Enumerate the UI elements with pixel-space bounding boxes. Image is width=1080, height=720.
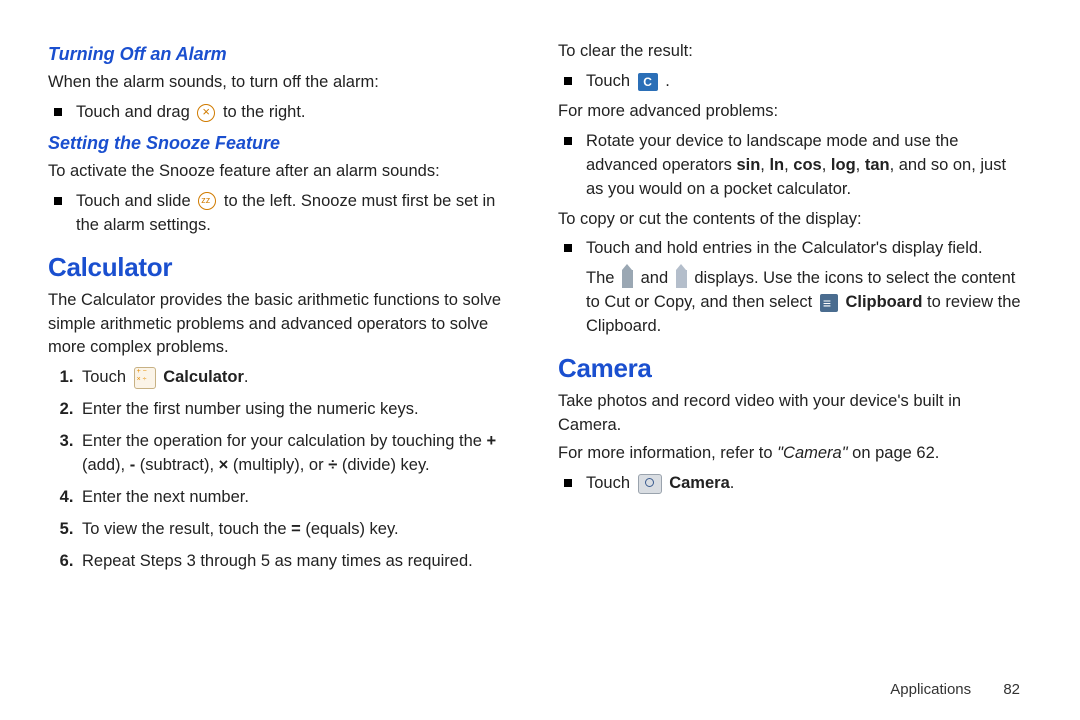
calculator-steps: Touch Calculator. Enter the first number… — [48, 366, 518, 573]
op-times: × — [219, 456, 229, 474]
clear-c-icon: C — [638, 73, 658, 91]
footer-page-number: 82 — [1003, 681, 1020, 698]
text: Touch — [586, 72, 630, 90]
text-bold: Camera — [669, 474, 730, 492]
p-advanced: For more advanced problems: — [558, 100, 1028, 124]
right-column: To clear the result: Touch C . For more … — [558, 36, 1028, 582]
op-equals: = — [291, 520, 301, 538]
op-sin: sin — [736, 156, 760, 174]
text: Touch — [82, 368, 126, 386]
text: (multiply), or — [228, 456, 328, 474]
text: on page 62. — [848, 444, 940, 462]
text: Enter the operation for your calculation… — [82, 432, 487, 450]
text: (add), — [82, 456, 130, 474]
camera-app-icon — [638, 474, 662, 494]
li-alarm-off: Touch and drag to the right. — [76, 101, 518, 125]
text-bold: Calculator — [163, 368, 244, 386]
heading-turning-off-alarm: Turning Off an Alarm — [48, 44, 518, 65]
op-plus: + — [487, 432, 497, 450]
alarm-x-icon — [197, 104, 215, 122]
ref-italic: "Camera" — [777, 444, 847, 462]
text: and — [641, 269, 669, 287]
footer-section: Applications — [890, 681, 971, 698]
p-copy: To copy or cut the contents of the displ… — [558, 208, 1028, 232]
clipboard-icon — [820, 294, 838, 312]
text: (divide) key. — [337, 456, 429, 474]
text: (subtract), — [135, 456, 218, 474]
li-copy-2: The and displays. Use the icons to selec… — [558, 267, 1028, 339]
text: (equals) key. — [301, 520, 399, 538]
text: For more information, refer to — [558, 444, 777, 462]
p-clear: To clear the result: — [558, 40, 1028, 64]
p-camera: Take photos and record video with your d… — [558, 390, 1028, 438]
op-div: ÷ — [328, 456, 337, 474]
li-copy-1: Touch and hold entries in the Calculator… — [586, 237, 1028, 261]
op-tan: tan — [865, 156, 890, 174]
clipboard-label: Clipboard — [845, 293, 922, 311]
op-cos: cos — [793, 156, 821, 174]
p-calculator: The Calculator provides the basic arithm… — [48, 289, 518, 361]
heading-calculator: Calculator — [48, 252, 518, 283]
select-handle-left-icon — [622, 270, 633, 288]
li-snooze: Touch and slide to the left. Snooze must… — [76, 190, 518, 238]
step-3: Enter the operation for your calculation… — [78, 430, 518, 478]
text: To view the result, touch the — [82, 520, 291, 538]
select-handle-right-icon — [676, 270, 687, 288]
calculator-app-icon — [134, 367, 156, 389]
p-alarm-off: When the alarm sounds, to turn off the a… — [48, 71, 518, 95]
text: Touch — [586, 474, 630, 492]
text: Touch and slide — [76, 192, 191, 210]
step-5: To view the result, touch the = (equals)… — [78, 518, 518, 542]
p-camera-ref: For more information, refer to "Camera" … — [558, 442, 1028, 466]
op-ln: ln — [769, 156, 784, 174]
li-camera-touch: Touch Camera. — [586, 472, 1028, 496]
text: The — [586, 269, 614, 287]
heading-snooze: Setting the Snooze Feature — [48, 133, 518, 154]
page-footer: Applications 82 — [890, 681, 1020, 698]
heading-camera: Camera — [558, 353, 1028, 384]
snooze-zz-icon — [198, 192, 216, 210]
step-1: Touch Calculator. — [78, 366, 518, 390]
text: Touch and drag — [76, 103, 190, 121]
p-snooze: To activate the Snooze feature after an … — [48, 160, 518, 184]
li-touch-c: Touch C . — [586, 70, 1028, 94]
step-4: Enter the next number. — [78, 486, 518, 510]
li-advanced: Rotate your device to landscape mode and… — [586, 130, 1028, 202]
left-column: Turning Off an Alarm When the alarm soun… — [48, 36, 518, 582]
step-2: Enter the first number using the numeric… — [78, 398, 518, 422]
text: to the right. — [223, 103, 306, 121]
op-log: log — [831, 156, 856, 174]
step-6: Repeat Steps 3 through 5 as many times a… — [78, 550, 518, 574]
